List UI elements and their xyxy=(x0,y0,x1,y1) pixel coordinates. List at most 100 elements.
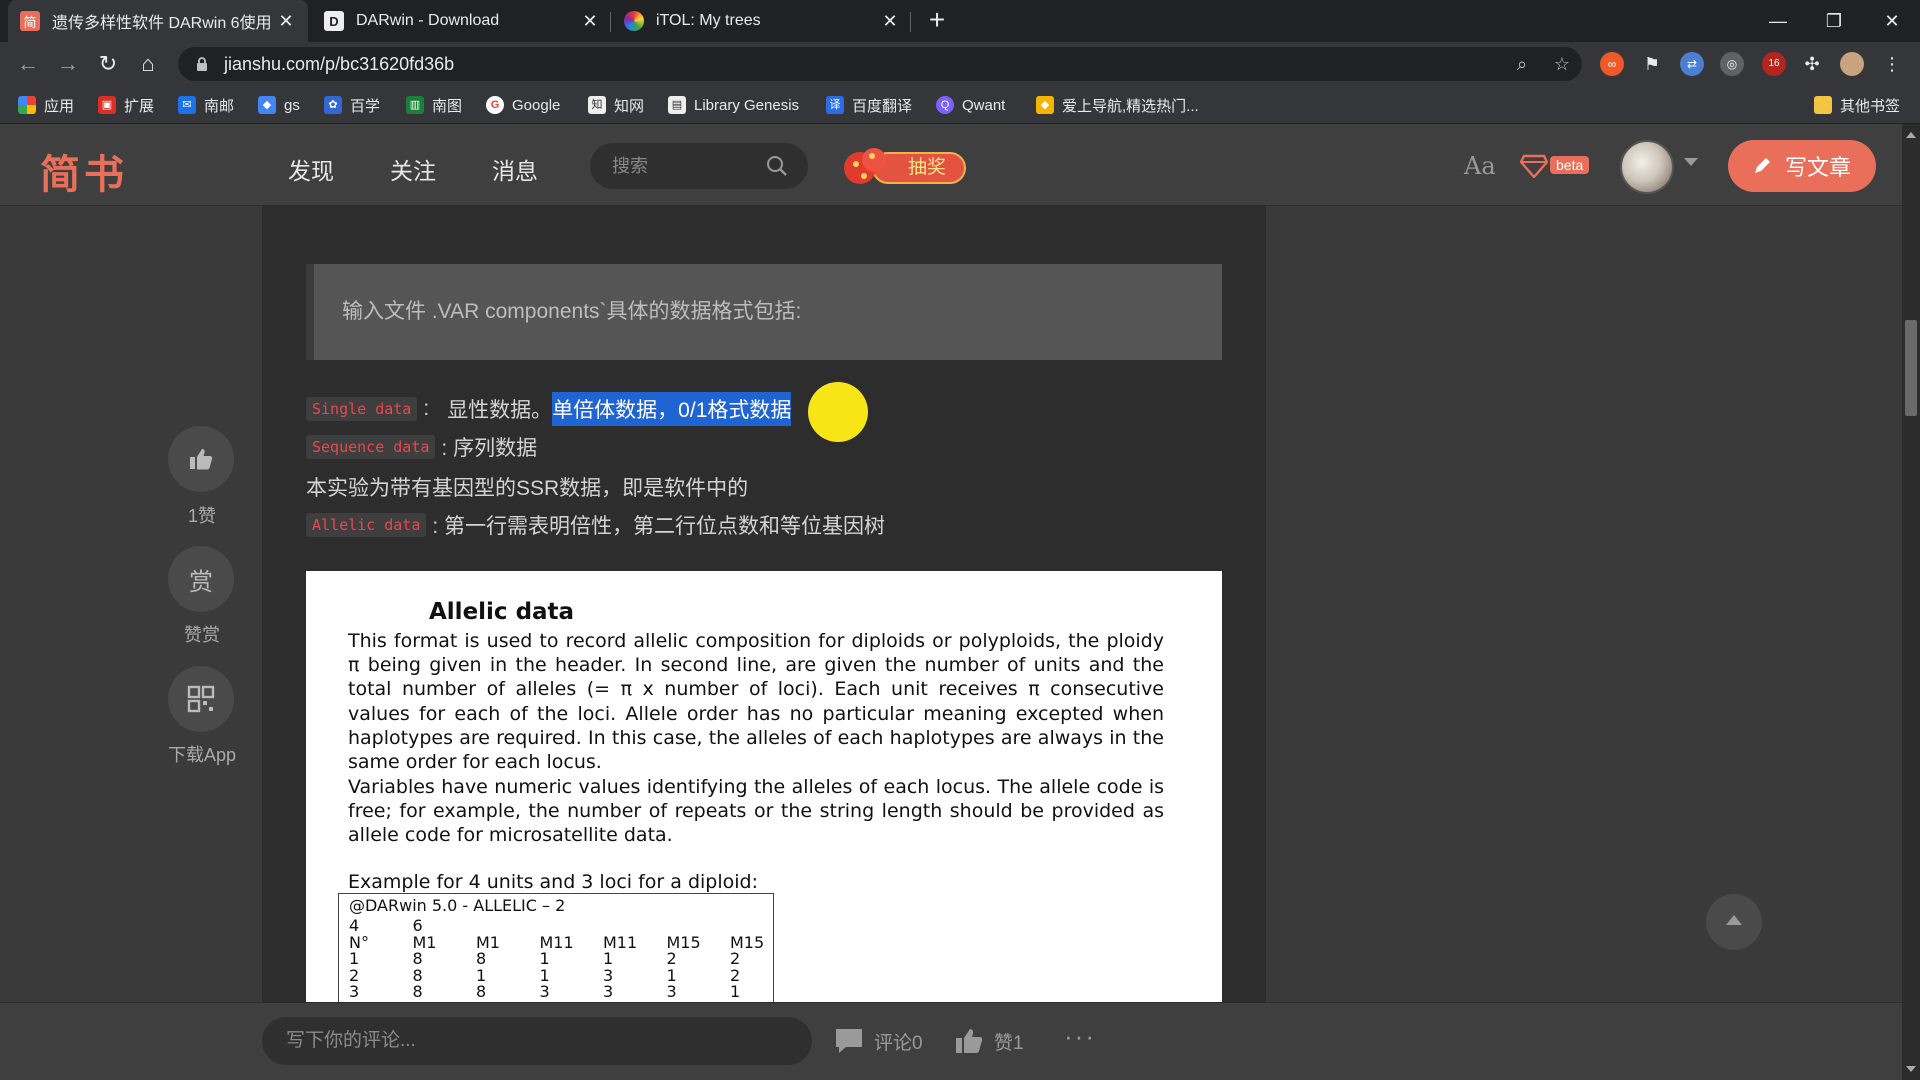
itol-favicon-icon xyxy=(624,11,644,31)
search-icon[interactable] xyxy=(766,155,788,177)
like-count: 赞1 xyxy=(994,1032,1024,1054)
write-article-button[interactable]: 写文章 xyxy=(1728,140,1876,192)
puzzle-extensions-icon[interactable]: ✣ xyxy=(1800,52,1824,76)
restore-icon[interactable]: ❐ xyxy=(1814,6,1854,36)
darwin-favicon-icon: D xyxy=(324,11,344,31)
doc-table-cell: 8 xyxy=(476,982,487,1001)
window-close-icon[interactable]: ✕ xyxy=(1872,6,1912,36)
page-background-left xyxy=(0,206,262,1002)
comment-input[interactable] xyxy=(262,1017,812,1065)
url-text: jianshu.com/p/bc31620fd36b xyxy=(224,53,455,74)
home-icon[interactable]: ⌂ xyxy=(134,50,162,78)
bookmark-baixue[interactable]: ✿ 百学 xyxy=(324,94,380,116)
line-allelic-data: Allelic data : 第一行需表明倍性，第二行位点数和等位基因树 xyxy=(306,510,885,540)
close-icon[interactable]: ✕ xyxy=(580,11,600,32)
tab-darwin-download[interactable]: D DARwin - Download ✕ xyxy=(312,0,612,42)
search-input[interactable] xyxy=(612,154,762,178)
reward-icon: 赏 xyxy=(189,568,213,596)
more-options-icon[interactable]: ··· xyxy=(1064,1021,1096,1052)
bookmark-libgen[interactable]: ▤ Library Genesis xyxy=(668,94,799,116)
bookmark-gs[interactable]: ◆ gs xyxy=(258,94,300,116)
site-header: 简书 发现 关注 消息 抽奖 Aa beta 写文章 xyxy=(0,124,1902,206)
extension-ublock-icon[interactable]: 16 xyxy=(1762,52,1786,76)
doc-table-cell: 3 xyxy=(539,982,550,1001)
chevron-down-icon[interactable] xyxy=(1684,158,1698,166)
code-single-data: Single data xyxy=(306,397,418,421)
beta-button[interactable]: beta xyxy=(1520,152,1594,180)
comment-bubble-icon xyxy=(836,1029,862,1053)
zoom-icon[interactable]: ⌕ xyxy=(1510,52,1534,76)
bookmark-other[interactable]: 其他书签 xyxy=(1814,94,1900,116)
kebab-menu-icon[interactable]: ⋮ xyxy=(1880,52,1904,76)
code-allelic-data: Allelic data xyxy=(306,513,427,537)
reload-icon[interactable]: ↻ xyxy=(94,50,122,78)
doc-data-table: @DARwin 5.0 - ALLELIC – 2 4 6 N° M1 M1 M11 M11… xyxy=(338,893,774,1002)
tab-separator xyxy=(610,12,611,32)
bookmark-apps[interactable]: 应用 xyxy=(18,94,74,116)
forward-arrow-icon[interactable]: → xyxy=(54,50,82,78)
line-sequence-data: Sequence data : 序列数据 xyxy=(306,432,537,462)
browser-toolbar: ← → ↻ ⌂ jianshu.com/p/bc31620fd36b ⌕ ☆ ∞… xyxy=(0,42,1920,86)
bookmark-google[interactable]: G Google xyxy=(486,94,560,116)
doc-table-cell: 3 xyxy=(349,982,360,1001)
download-app-button[interactable] xyxy=(168,666,234,732)
scholar-icon: ◆ xyxy=(258,96,276,114)
doc-paragraph-2: Variables have numeric values identifyin… xyxy=(348,776,1164,847)
bookmark-nav[interactable]: ◆ 爱上导航,精选热门... xyxy=(1036,94,1199,116)
jianshu-logo[interactable]: 简书 xyxy=(40,142,128,200)
scroll-up-arrow-icon[interactable] xyxy=(1906,132,1916,138)
red-envelope-icon xyxy=(844,148,886,184)
new-tab-plus-icon[interactable]: + xyxy=(922,6,952,36)
bookmark-baidu-translate[interactable]: 译百度翻译 xyxy=(826,94,912,116)
bookmark-qwant[interactable]: Q Qwant xyxy=(936,94,1005,116)
thumbs-up-icon xyxy=(956,1029,983,1053)
font-size-button[interactable]: Aa xyxy=(1464,152,1496,180)
nav-follow[interactable]: 关注 xyxy=(390,152,436,186)
selected-text-highlight: 单倍体数据，0/1格式数据 xyxy=(552,392,792,426)
profile-avatar-icon[interactable] xyxy=(1840,52,1864,76)
lottery-banner[interactable]: 抽奖 xyxy=(842,144,966,188)
beta-label: beta xyxy=(1550,156,1590,174)
mail-icon: ✉ xyxy=(178,96,196,114)
bookmark-icon[interactable]: ⚑ xyxy=(1640,52,1664,76)
tab-jianshu[interactable]: 简 遗传多样性软件 DARwin 6使用 ✕ xyxy=(8,0,308,42)
like-button[interactable] xyxy=(168,426,234,492)
user-avatar[interactable] xyxy=(1620,140,1674,194)
doc-table-cell: 3 xyxy=(603,982,614,1001)
page-scrollbar[interactable] xyxy=(1902,124,1920,1080)
scroll-down-arrow-icon[interactable] xyxy=(1906,1066,1916,1072)
tab-itol[interactable]: iTOL: My trees ✕ xyxy=(612,0,912,42)
bookmark-star-icon[interactable]: ☆ xyxy=(1550,52,1574,76)
scrollbar-thumb[interactable] xyxy=(1905,320,1917,416)
comment-button[interactable]: 评论0 xyxy=(834,1027,923,1055)
minimize-icon[interactable]: — xyxy=(1758,6,1798,36)
extension-glasses-icon[interactable]: ◎ xyxy=(1720,52,1744,76)
back-arrow-icon[interactable]: ← xyxy=(14,50,42,78)
pen-icon xyxy=(1754,158,1770,173)
extension-translate-icon[interactable]: ⇄ xyxy=(1680,52,1704,76)
bookmark-extensions[interactable]: ▣ 扩展 xyxy=(98,94,154,116)
extension-infinity-icon[interactable]: ∞ xyxy=(1600,52,1624,76)
bookmark-nantu[interactable]: ▥ 南图 xyxy=(406,94,462,116)
bookmark-cnki[interactable]: 知知网 xyxy=(588,94,644,116)
nav-messages[interactable]: 消息 xyxy=(492,152,538,186)
translate-icon: 译 xyxy=(826,96,844,114)
doc-table-cell: 8 xyxy=(412,982,423,1001)
close-icon[interactable]: ✕ xyxy=(880,11,900,32)
reward-button[interactable]: 赏 xyxy=(168,546,234,612)
bookmark-nanyou[interactable]: ✉ 南邮 xyxy=(178,94,234,116)
code-sequence-data: Sequence data xyxy=(306,435,436,459)
jianshu-favicon-icon: 简 xyxy=(20,11,40,31)
line-experiment: 本实验为带有基因型的SSR数据，即是软件中的 xyxy=(306,477,749,500)
back-to-top-button[interactable] xyxy=(1706,894,1762,950)
nav-diamond-icon: ◆ xyxy=(1036,96,1054,114)
extension-badge: 16 xyxy=(1768,58,1780,69)
extensions-icon: ▣ xyxy=(98,96,116,114)
nav-discover[interactable]: 发现 xyxy=(288,152,334,186)
close-icon[interactable]: ✕ xyxy=(276,11,296,32)
article-image-allelic-doc[interactable]: Allelic data This format is used to reco… xyxy=(306,571,1222,1002)
like-bottom-button[interactable]: 赞1 xyxy=(954,1027,1024,1055)
tab-title: DARwin - Download xyxy=(356,12,500,29)
single-data-text: 显性数据。 xyxy=(447,399,553,422)
address-bar[interactable]: jianshu.com/p/bc31620fd36b xyxy=(178,47,1582,81)
